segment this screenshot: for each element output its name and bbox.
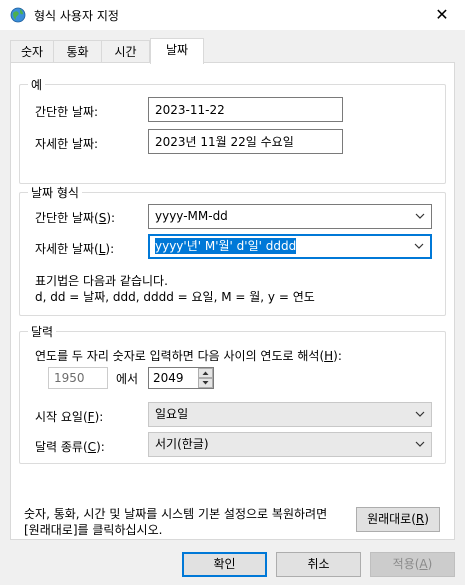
tab-label: 통화 xyxy=(66,45,89,59)
tab-time[interactable]: 시간 xyxy=(101,40,150,63)
to-year-input[interactable]: 2049 xyxy=(148,367,214,389)
tab-label: 날짜 xyxy=(165,43,189,57)
chevron-down-icon xyxy=(415,411,425,417)
first-day-combo[interactable]: 일요일 xyxy=(148,402,432,427)
long-date-format-combo[interactable]: yyyy'년' M'월' d'일' dddd xyxy=(148,234,432,259)
examples-legend: 예 xyxy=(28,76,46,93)
tab-number[interactable]: 숫자 xyxy=(10,40,54,63)
between-label: 에서 xyxy=(116,372,139,386)
caret-down-icon xyxy=(202,381,209,385)
long-date-format-value: yyyy'년' M'월' d'일' dddd xyxy=(155,238,297,254)
calendar-group: 달력 연도를 두 자리 숫자로 입력하면 다음 사이의 연도로 해석(H): 1… xyxy=(19,323,446,464)
apply-button[interactable]: 적용(A) xyxy=(370,552,455,577)
date-formats-legend: 날짜 형식 xyxy=(28,184,82,201)
notation-line-1: 표기법은 다음과 같습니다. xyxy=(35,274,168,288)
calendar-type-label: 달력 종류(C): xyxy=(35,440,105,454)
tab-label: 시간 xyxy=(114,45,137,59)
window-title: 형식 사용자 지정 xyxy=(34,9,119,23)
calendar-legend: 달력 xyxy=(28,323,57,340)
reset-hint-line-1: 숫자, 통화, 시간 및 날짜를 시스템 기본 설정으로 복원하려면 xyxy=(24,507,328,521)
notation-line-2: d, dd = 날짜, ddd, dddd = 요일, M = 월, y = 연… xyxy=(35,290,315,304)
long-date-format-label: 자세한 날짜(L): xyxy=(35,242,115,256)
short-date-format-combo[interactable]: yyyy-MM-dd xyxy=(148,204,432,229)
chevron-down-icon xyxy=(414,243,424,249)
short-date-format-label: 간단한 날짜(S): xyxy=(35,211,116,225)
calendar-type-value: 서기(한글) xyxy=(155,437,209,451)
cancel-button[interactable]: 취소 xyxy=(276,552,361,577)
examples-group: 예 간단한 날짜: 2023-11-22 자세한 날짜: 2023년 11월 2… xyxy=(19,76,446,184)
close-icon: ✕ xyxy=(435,5,449,24)
chevron-down-icon xyxy=(415,213,425,219)
reset-hint-line-2: [원래대로]를 클릭하십시오. xyxy=(24,523,163,537)
first-day-value: 일요일 xyxy=(155,407,189,421)
date-tab-panel: 예 간단한 날짜: 2023-11-22 자세한 날짜: 2023년 11월 2… xyxy=(10,62,455,540)
long-date-example-label: 자세한 날짜: xyxy=(35,137,99,151)
spin-down-button[interactable] xyxy=(198,378,213,388)
tab-label: 숫자 xyxy=(20,45,44,59)
globe-icon xyxy=(10,7,26,23)
title-bar: 형식 사용자 지정 ✕ xyxy=(0,0,465,30)
caret-up-icon xyxy=(202,371,209,375)
close-button[interactable]: ✕ xyxy=(419,0,465,30)
short-date-example-label: 간단한 날짜: xyxy=(35,105,99,119)
date-formats-group: 날짜 형식 간단한 날짜(S): yyyy-MM-dd 자세한 날짜(L): y… xyxy=(19,184,446,316)
short-date-format-value: yyyy-MM-dd xyxy=(155,209,228,223)
spin-up-button[interactable] xyxy=(198,368,213,378)
to-year-value: 2049 xyxy=(153,371,184,385)
ok-button[interactable]: 확인 xyxy=(182,552,267,577)
from-year-field: 1950 xyxy=(48,367,108,389)
tab-date[interactable]: 날짜 xyxy=(150,38,204,64)
short-date-example-field: 2023-11-22 xyxy=(148,97,343,122)
tab-currency[interactable]: 통화 xyxy=(53,40,102,63)
calendar-type-combo[interactable]: 서기(한글) xyxy=(148,432,432,457)
reset-button[interactable]: 원래대로(R) xyxy=(356,507,440,532)
chevron-down-icon xyxy=(415,441,425,447)
two-digit-year-label: 연도를 두 자리 숫자로 입력하면 다음 사이의 연도로 해석(H): xyxy=(35,349,342,363)
long-date-example-field: 2023년 11월 22일 수요일 xyxy=(148,129,343,154)
year-spinner xyxy=(198,368,213,388)
first-day-label: 시작 요일(F): xyxy=(35,410,104,424)
